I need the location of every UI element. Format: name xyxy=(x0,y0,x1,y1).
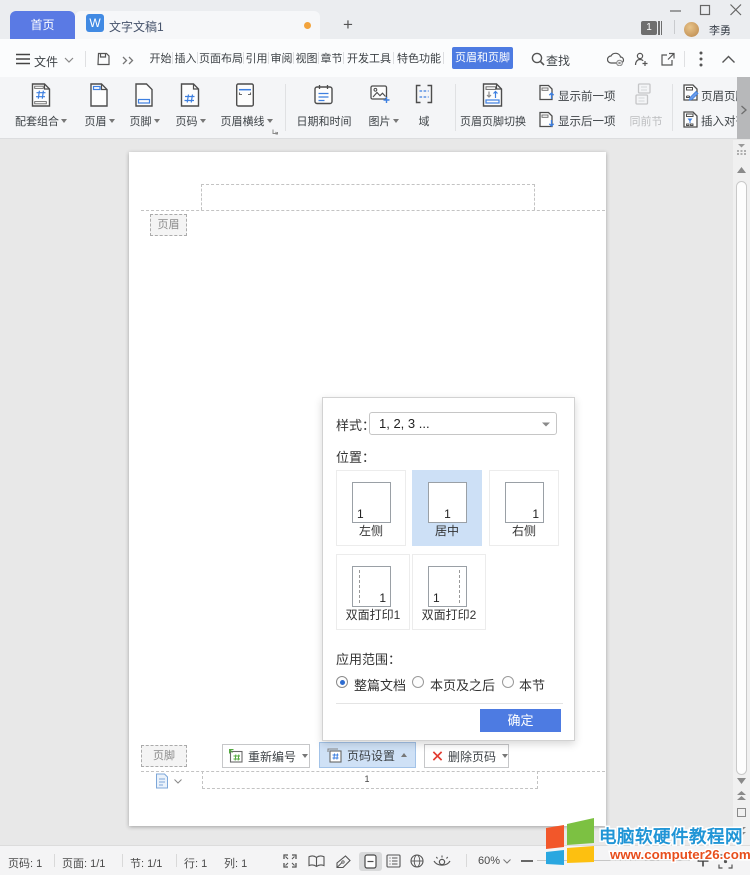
svg-text:www.computer26.com: www.computer26.com xyxy=(609,847,750,862)
svg-text:电脑软硬件教程网: 电脑软硬件教程网 xyxy=(599,827,743,847)
